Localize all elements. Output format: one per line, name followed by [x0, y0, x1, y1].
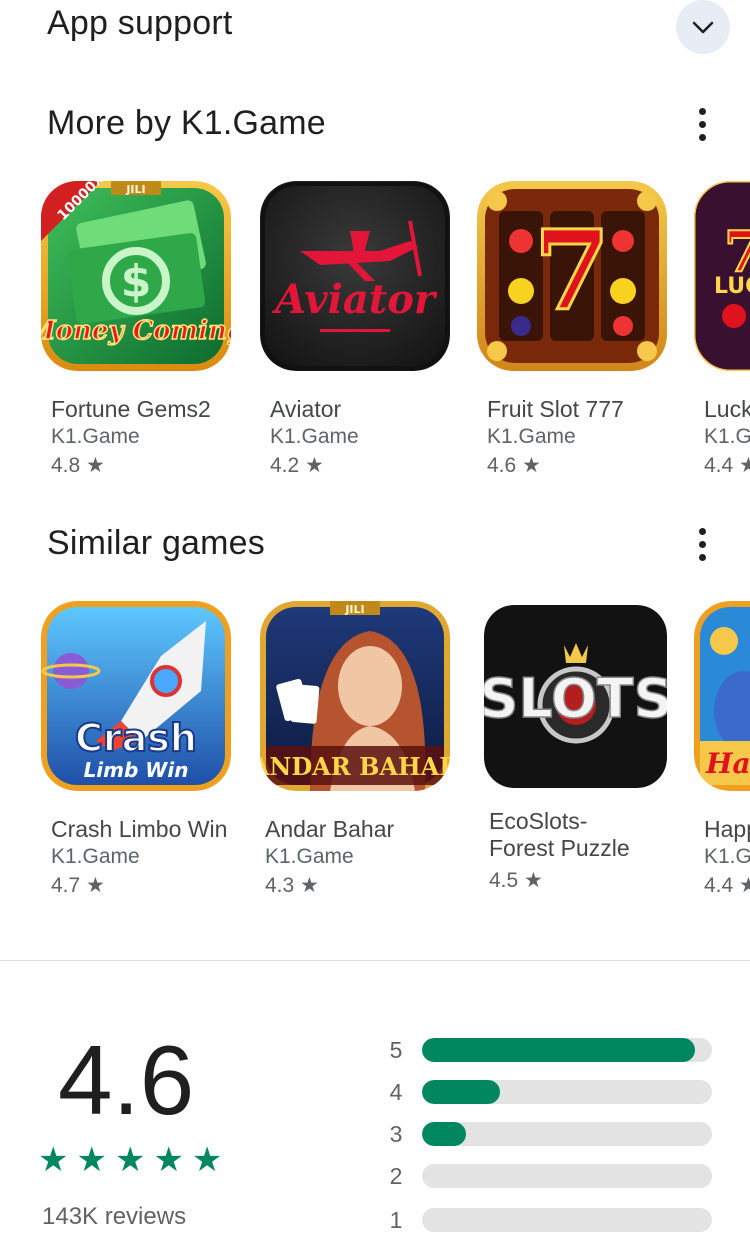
- rating-bar-label: 2: [389, 1163, 403, 1189]
- svg-text:Crash: Crash: [75, 716, 197, 760]
- svg-text:JILI: JILI: [125, 183, 145, 196]
- money-coming-icon: $ 10000x JILI Money Coming: [41, 181, 231, 371]
- rating-bar-2: 2: [384, 1162, 724, 1190]
- app-rating: 4.5 ★: [489, 869, 543, 892]
- app-rating: 4.7 ★: [51, 874, 105, 897]
- rating-stars: ★★★★★: [38, 1140, 220, 1184]
- similar-games-carousel[interactable]: Crash Limb Win Crash Limbo Win K1.Game 4…: [0, 601, 750, 901]
- svg-text:$: $: [121, 256, 152, 307]
- svg-text:LUC: LUC: [714, 274, 750, 299]
- rating-bar-fill: [422, 1122, 466, 1146]
- svg-text:SLOTS: SLOTS: [484, 667, 667, 730]
- rating-bar-track: [422, 1164, 712, 1188]
- rating-bar-label: 1: [389, 1207, 403, 1233]
- app-name: Aviator: [270, 396, 342, 422]
- svg-text:7: 7: [534, 206, 611, 335]
- rating-bar-track: [422, 1038, 712, 1062]
- chevron-down-icon: [692, 21, 714, 34]
- rating-bar-4: 4: [384, 1078, 724, 1106]
- rating-bar-1: 1: [384, 1206, 724, 1234]
- app-developer: K1.Game: [265, 845, 354, 868]
- fruit-slot-icon: 7: [477, 181, 667, 371]
- app-card-andar-bahar[interactable]: JILI ANDAR BAHAR Andar Bahar K1.Game 4.3…: [260, 601, 460, 901]
- andar-bahar-icon: JILI ANDAR BAHAR: [260, 601, 450, 791]
- svg-text:Hap: Hap: [705, 747, 750, 780]
- app-card-fortune-gems2[interactable]: $ 10000x JILI Money Coming Fortune Gems2…: [41, 181, 241, 481]
- app-name: Happ: [704, 816, 750, 842]
- star-icons: ★★★★★: [38, 1141, 220, 1179]
- rating-bar-track: [422, 1208, 712, 1232]
- app-developer: K1.Ga: [704, 845, 750, 868]
- svg-text:Aviator: Aviator: [271, 276, 438, 323]
- rating-bar-track: [422, 1080, 712, 1104]
- rating-bar-fill: [422, 1038, 695, 1062]
- app-developer: K1.Game: [51, 845, 140, 868]
- app-card-crash-limbo-win[interactable]: Crash Limb Win Crash Limbo Win K1.Game 4…: [41, 601, 241, 901]
- section-divider: [0, 960, 750, 961]
- app-developer: K1.Ga: [704, 425, 750, 448]
- app-rating: 4.3 ★: [265, 874, 319, 897]
- app-card-fruit-slot-777[interactable]: 7 Fruit Slot 777 K1.Game 4.6 ★: [477, 181, 677, 481]
- more-by-title: More by K1.Game: [47, 104, 326, 142]
- ecoslots-icon: SLOTS: [484, 605, 667, 788]
- app-developer: K1.Game: [270, 425, 359, 448]
- rating-bar-fill: [422, 1080, 501, 1104]
- app-card-ecoslots[interactable]: SLOTS EcoSlots- Forest Puzzle 4.5 ★: [484, 601, 684, 896]
- more-by-carousel[interactable]: $ 10000x JILI Money Coming Fortune Gems2…: [0, 181, 750, 481]
- app-support-expand-button[interactable]: [676, 0, 730, 54]
- app-card-happy[interactable]: Hap Happ K1.Ga 4.4 ★: [694, 601, 750, 901]
- rating-bar-label: 5: [389, 1037, 403, 1063]
- rating-bar-label: 4: [389, 1079, 403, 1105]
- svg-text:Limb Win: Limb Win: [84, 758, 189, 782]
- crash-limbo-icon: Crash Limb Win: [41, 601, 231, 791]
- svg-text:ANDAR BAHAR: ANDAR BAHAR: [260, 752, 450, 781]
- app-name: Fruit Slot 777: [487, 396, 624, 422]
- lucky-icon: 7 LUC: [694, 181, 750, 371]
- app-name: Crash Limbo Win: [51, 816, 228, 842]
- aviator-icon: Aviator: [260, 181, 450, 371]
- app-name: Fortune Gems2: [51, 396, 211, 422]
- app-card-lucky[interactable]: 7 LUC Luck K1.Ga 4.4 ★: [694, 181, 750, 481]
- rating-bar-5: 5: [384, 1036, 724, 1064]
- app-rating: 4.6 ★: [487, 454, 541, 477]
- app-card-aviator[interactable]: Aviator Aviator K1.Game 4.2 ★: [260, 181, 460, 481]
- svg-text:JILI: JILI: [344, 603, 364, 616]
- app-rating: 4.8 ★: [51, 454, 105, 477]
- rating-bar-track: [422, 1122, 712, 1146]
- more-by-options-button[interactable]: [682, 100, 722, 148]
- review-count: 143K reviews: [42, 1203, 187, 1230]
- rating-bar-label: 3: [389, 1121, 403, 1147]
- app-rating: 4.4 ★: [704, 874, 750, 897]
- rating-bar-3: 3: [384, 1120, 724, 1148]
- app-name: Andar Bahar: [265, 816, 395, 842]
- app-developer: K1.Game: [51, 425, 140, 448]
- app-rating: 4.2 ★: [270, 454, 324, 477]
- app-name: EcoSlots- Forest Puzzle: [489, 808, 630, 861]
- happy-icon: Hap: [694, 601, 750, 791]
- similar-games-options-button[interactable]: [682, 520, 722, 568]
- svg-text:Money Coming: Money Coming: [41, 316, 231, 346]
- app-support-title: App support: [47, 4, 233, 42]
- app-rating: 4.4 ★: [704, 454, 750, 477]
- app-name: Luck: [704, 396, 750, 422]
- similar-games-title: Similar games: [47, 524, 265, 562]
- average-rating: 4.6: [58, 1025, 195, 1135]
- app-developer: K1.Game: [487, 425, 576, 448]
